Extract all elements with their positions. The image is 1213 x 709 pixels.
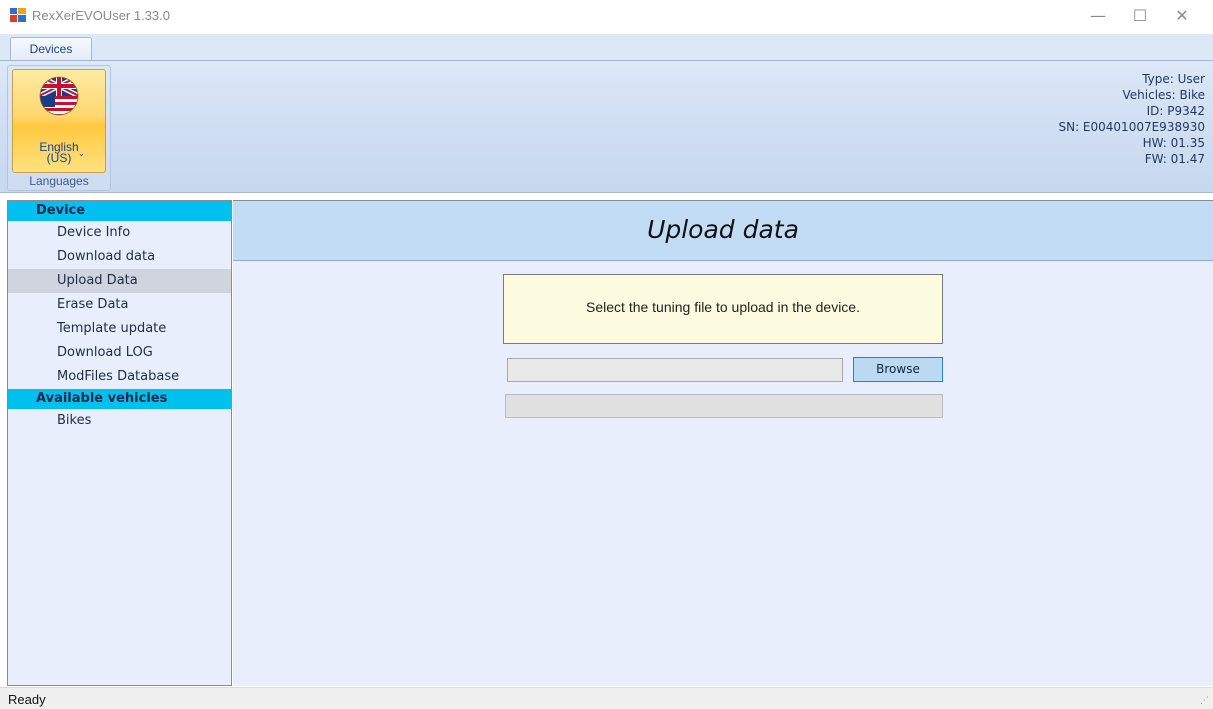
- maximize-button[interactable]: ☐: [1120, 0, 1160, 32]
- uk-us-flag-icon: [39, 76, 79, 116]
- device-type: Type: User: [1142, 72, 1205, 86]
- sidebar-item-erase-data[interactable]: Erase Data: [8, 293, 231, 317]
- sidebar-item-modfiles-database[interactable]: ModFiles Database: [8, 365, 231, 389]
- language-label: English (US): [13, 141, 105, 165]
- page-header: Upload data: [233, 201, 1213, 261]
- device-id: ID: P9342: [1146, 104, 1205, 118]
- status-text: Ready: [8, 692, 46, 707]
- language-line2: (US): [46, 151, 72, 165]
- languages-group: English (US) ⌄ Languages: [7, 65, 111, 191]
- resize-grip-icon[interactable]: ⋰: [1200, 696, 1209, 706]
- sidebar-item-template-update[interactable]: Template update: [8, 317, 231, 341]
- sidebar-item-download-log[interactable]: Download LOG: [8, 341, 231, 365]
- sidebar-item-device-info[interactable]: Device Info: [8, 221, 231, 245]
- tab-devices[interactable]: Devices: [10, 37, 92, 60]
- page-title: Upload data: [647, 215, 799, 244]
- close-button[interactable]: ✕: [1162, 0, 1202, 32]
- status-bar: Ready ⋰: [0, 687, 1213, 709]
- minimize-button[interactable]: —: [1078, 0, 1118, 32]
- ribbon-tabstrip: Devices: [0, 34, 1213, 60]
- device-vehicles: Vehicles: Bike: [1122, 88, 1206, 102]
- languages-group-caption: Languages: [29, 174, 89, 188]
- device-fw: FW: 01.47: [1144, 152, 1205, 166]
- sidebar-item-upload-data[interactable]: Upload Data: [8, 269, 231, 293]
- instruction-box: Select the tuning file to upload in the …: [503, 274, 943, 344]
- app-icon: [10, 8, 26, 22]
- device-hw: HW: 01.35: [1142, 136, 1205, 150]
- file-path-field[interactable]: [507, 358, 843, 382]
- chevron-down-icon: ⌄: [78, 149, 85, 158]
- sidebar-item-bikes[interactable]: Bikes: [8, 409, 231, 433]
- device-serial: SN: E00401007E938930: [1058, 120, 1205, 134]
- category-device[interactable]: Device: [8, 201, 231, 221]
- window-title: RexXerEVOUser 1.33.0: [32, 8, 171, 23]
- sidebar-item-download-data[interactable]: Download data: [8, 245, 231, 269]
- instruction-text: Select the tuning file to upload in the …: [586, 299, 860, 315]
- main-content: Upload data Select the tuning file to up…: [233, 200, 1213, 686]
- category-available-vehicles[interactable]: Available vehicles: [8, 389, 231, 409]
- language-button[interactable]: English (US) ⌄: [12, 69, 106, 173]
- device-info-panel: Type: User Vehicles: Bike ID: P9342 SN: …: [1058, 71, 1205, 167]
- browse-button[interactable]: Browse: [853, 357, 943, 382]
- upload-progress-bar: [505, 394, 943, 418]
- sidebar: Device Device Info Download data Upload …: [7, 200, 232, 686]
- ribbon-panel: English (US) ⌄ Languages Type: User Vehi…: [0, 60, 1213, 193]
- title-bar: RexXerEVOUser 1.33.0 — ☐ ✕: [0, 0, 1213, 32]
